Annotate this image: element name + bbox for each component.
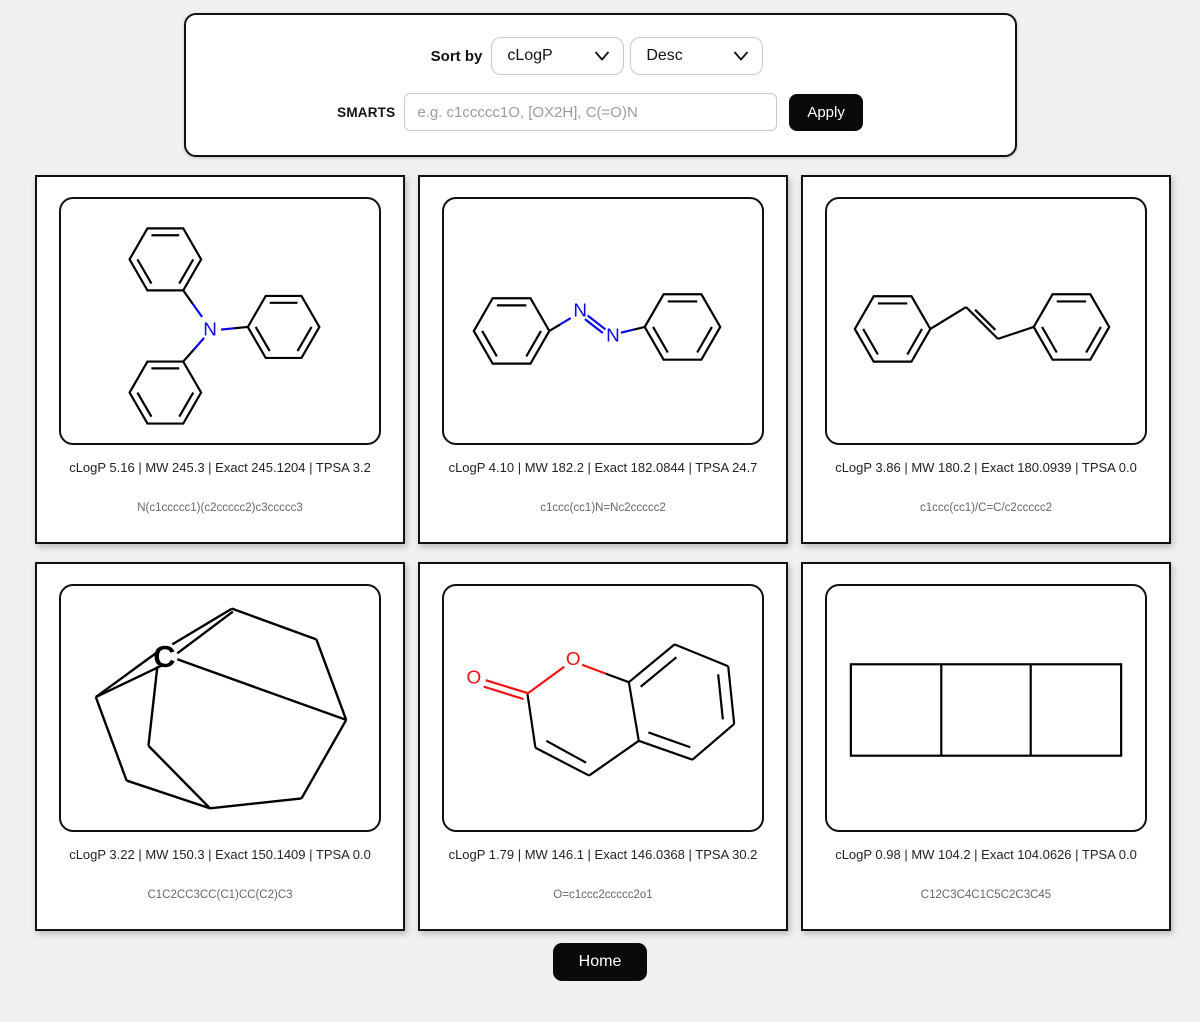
molecule-stats: cLogP 5.16 | MW 245.3 | Exact 245.1204 |… — [59, 460, 381, 475]
molecule-stats: cLogP 1.79 | MW 146.1 | Exact 146.0368 |… — [442, 847, 764, 862]
sort-field-value: cLogP — [507, 47, 552, 65]
sort-field-select[interactable]: cLogP — [491, 37, 624, 75]
atom-label-nitrogen: N — [203, 319, 217, 340]
atom-label-nitrogen: N — [573, 301, 587, 322]
atom-label-nitrogen: N — [606, 325, 620, 346]
molecule-structure-azobenzene: N N — [444, 199, 762, 443]
smarts-row: SMARTS Apply — [186, 93, 1015, 131]
molecule-grid: N cLogP 5.16 | MW 245.3 | Exact 245.1204… — [35, 175, 1171, 931]
apply-button[interactable]: Apply — [789, 94, 863, 131]
molecule-smiles: C1C2CC3CC(C1)CC(C2)C3 — [59, 889, 381, 901]
molecule-smiles: C12C3C4C1C5C2C3C45 — [825, 889, 1147, 901]
molecule-smiles: O=c1ccc2ccccc2o1 — [442, 889, 764, 901]
atom-label-oxygen: O — [566, 649, 581, 670]
filter-panel: Sort by cLogP Desc SMARTS Apply — [184, 13, 1017, 157]
molecule-structure-triphenylamine: N — [61, 199, 379, 443]
molecule-image: C — [59, 584, 381, 832]
molecule-stats: cLogP 0.98 | MW 104.2 | Exact 104.0626 |… — [825, 847, 1147, 862]
molecule-card: cLogP 0.98 | MW 104.2 | Exact 104.0626 |… — [801, 562, 1171, 931]
molecule-card: N N cLogP 4.10 | MW 182.2 | Exact 182.08… — [418, 175, 788, 544]
sort-order-value: Desc — [646, 47, 682, 65]
footer: Home — [0, 943, 1200, 981]
molecule-image — [825, 197, 1147, 445]
molecule-card: N cLogP 5.16 | MW 245.3 | Exact 245.1204… — [35, 175, 405, 544]
atom-label-oxygen: O — [466, 668, 481, 689]
molecule-structure-stilbene — [827, 199, 1145, 443]
sort-row: Sort by cLogP Desc — [186, 37, 1015, 75]
molecule-smiles: c1ccc(cc1)/C=C/c2ccccc2 — [825, 502, 1147, 514]
atom-label-carbon: C — [153, 639, 175, 674]
sort-order-select[interactable]: Desc — [630, 37, 763, 75]
molecule-structure-coumarin: O O — [444, 586, 762, 830]
molecule-structure-cubane — [827, 586, 1145, 830]
molecule-stats: cLogP 4.10 | MW 182.2 | Exact 182.0844 |… — [442, 460, 764, 475]
chevron-down-icon — [594, 51, 610, 61]
molecule-image: N N — [442, 197, 764, 445]
molecule-smiles: c1ccc(cc1)N=Nc2ccccc2 — [442, 502, 764, 514]
sort-by-label: Sort by — [431, 48, 483, 65]
molecule-card: O O cLogP 1.79 | MW 146.1 | Exact 146.03… — [418, 562, 788, 931]
molecule-smiles: N(c1ccccc1)(c2ccccc2)c3ccccc3 — [59, 502, 381, 514]
home-button[interactable]: Home — [553, 943, 648, 981]
chevron-down-icon — [733, 51, 749, 61]
molecule-structure-adamantane: C — [61, 586, 379, 830]
molecule-image — [825, 584, 1147, 832]
molecule-image: N — [59, 197, 381, 445]
molecule-stats: cLogP 3.22 | MW 150.3 | Exact 150.1409 |… — [59, 847, 381, 862]
molecule-card: cLogP 3.86 | MW 180.2 | Exact 180.0939 |… — [801, 175, 1171, 544]
smarts-label: SMARTS — [337, 105, 395, 120]
molecule-image: O O — [442, 584, 764, 832]
molecule-stats: cLogP 3.86 | MW 180.2 | Exact 180.0939 |… — [825, 460, 1147, 475]
smarts-input[interactable] — [404, 93, 777, 131]
molecule-card: C cLogP 3.22 | MW 150.3 | Exact 150.1409… — [35, 562, 405, 931]
